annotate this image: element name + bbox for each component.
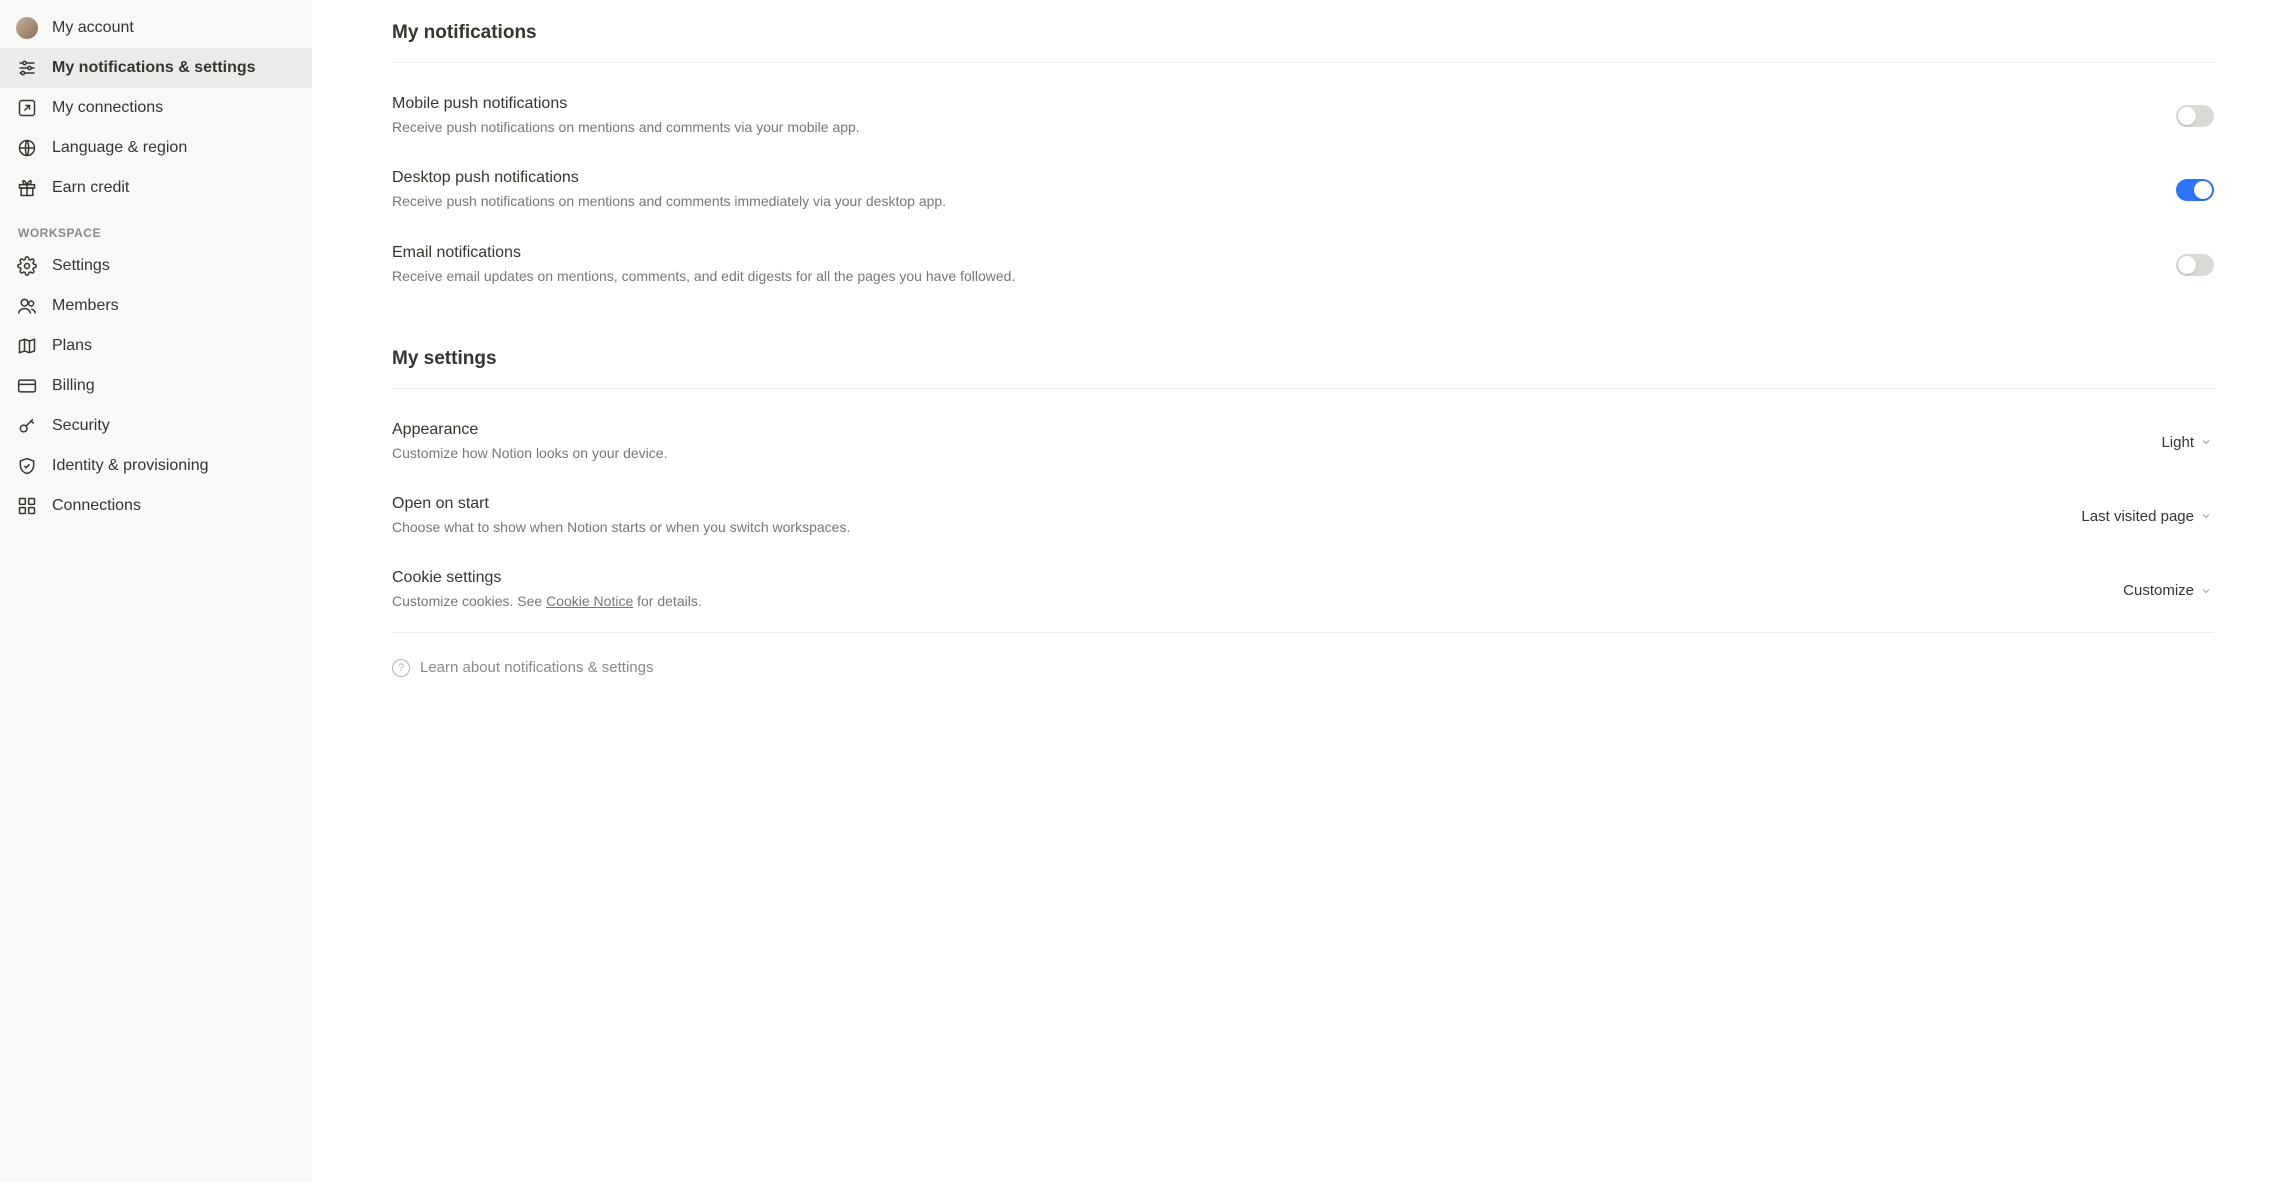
sidebar-item-my-notifications-settings[interactable]: My notifications & settings — [0, 48, 312, 88]
sidebar-item-label: My account — [52, 19, 134, 37]
users-icon — [16, 295, 38, 317]
sidebar-item-my-account[interactable]: My account — [0, 8, 312, 48]
cookie-desc-suffix: for details. — [633, 593, 701, 609]
sidebar-item-label: Earn credit — [52, 179, 129, 197]
row-appearance: Appearance Customize how Notion looks on… — [392, 409, 2214, 483]
row-email-notifications: Email notifications Receive email update… — [392, 232, 2214, 306]
sidebar-item-members[interactable]: Members — [0, 286, 312, 326]
row-title: Open on start — [392, 495, 2059, 513]
row-desc: Customize cookies. See Cookie Notice for… — [392, 591, 2101, 611]
row-text: Desktop push notifications Receive push … — [392, 169, 2176, 211]
help-icon: ? — [392, 659, 410, 677]
sidebar-item-label: Settings — [52, 257, 110, 275]
row-desc: Receive email updates on mentions, comme… — [392, 266, 2156, 286]
toggle-mobile-push[interactable] — [2176, 105, 2214, 127]
sidebar-item-label: Language & region — [52, 139, 187, 157]
sidebar-item-label: Members — [52, 297, 119, 315]
select-cookie-settings[interactable]: Customize — [2121, 578, 2214, 603]
sidebar-item-security[interactable]: Security — [0, 406, 312, 446]
row-text: Mobile push notifications Receive push n… — [392, 95, 2176, 137]
toggle-desktop-push[interactable] — [2176, 179, 2214, 201]
toggle-email-notifications[interactable] — [2176, 254, 2214, 276]
sidebar-item-connections[interactable]: Connections — [0, 486, 312, 526]
gift-icon — [16, 177, 38, 199]
sidebar-item-settings[interactable]: Settings — [0, 246, 312, 286]
cookie-notice-link[interactable]: Cookie Notice — [546, 593, 633, 609]
globe-icon — [16, 137, 38, 159]
main-content: My notifications Mobile push notificatio… — [312, 0, 2294, 1182]
settings-title: My settings — [392, 348, 2214, 370]
sidebar-item-language-region[interactable]: Language & region — [0, 128, 312, 168]
row-title: Email notifications — [392, 244, 2156, 262]
sidebar-item-label: Identity & provisioning — [52, 457, 209, 475]
row-desc: Choose what to show when Notion starts o… — [392, 517, 2059, 537]
help-link-label: Learn about notifications & settings — [420, 659, 653, 676]
sidebar-item-identity-provisioning[interactable]: Identity & provisioning — [0, 446, 312, 486]
chevron-down-icon — [2200, 585, 2212, 597]
sidebar-item-plans[interactable]: Plans — [0, 326, 312, 366]
select-value: Customize — [2123, 582, 2194, 599]
row-text: Email notifications Receive email update… — [392, 244, 2176, 286]
sidebar-item-label: Billing — [52, 377, 95, 395]
help-link-notifications-settings[interactable]: ? Learn about notifications & settings — [392, 659, 2214, 677]
row-desc: Customize how Notion looks on your devic… — [392, 443, 2139, 463]
row-title: Cookie settings — [392, 569, 2101, 587]
row-mobile-push: Mobile push notifications Receive push n… — [392, 83, 2214, 157]
key-icon — [16, 415, 38, 437]
row-desktop-push: Desktop push notifications Receive push … — [392, 157, 2214, 231]
credit-card-icon — [16, 375, 38, 397]
sidebar-item-label: My connections — [52, 99, 163, 117]
shield-check-icon — [16, 455, 38, 477]
row-desc: Receive push notifications on mentions a… — [392, 191, 2156, 211]
cookie-desc-prefix: Customize cookies. See — [392, 593, 546, 609]
row-open-on-start: Open on start Choose what to show when N… — [392, 483, 2214, 557]
sidebar-section-workspace: WORKSPACE — [0, 208, 312, 246]
arrow-up-right-square-icon — [16, 97, 38, 119]
row-cookie-settings: Cookie settings Customize cookies. See C… — [392, 557, 2214, 631]
divider — [392, 388, 2214, 389]
sidebar-item-billing[interactable]: Billing — [0, 366, 312, 406]
select-value: Light — [2161, 434, 2194, 451]
sidebar-item-label: Security — [52, 417, 110, 435]
chevron-down-icon — [2200, 510, 2212, 522]
select-appearance[interactable]: Light — [2159, 430, 2214, 455]
sidebar-item-label: Plans — [52, 337, 92, 355]
sidebar-item-label: My notifications & settings — [52, 59, 256, 77]
sidebar-item-my-connections[interactable]: My connections — [0, 88, 312, 128]
divider — [392, 632, 2214, 633]
grid-icon — [16, 495, 38, 517]
sidebar-item-earn-credit[interactable]: Earn credit — [0, 168, 312, 208]
row-text: Open on start Choose what to show when N… — [392, 495, 2079, 537]
sliders-icon — [16, 57, 38, 79]
avatar — [16, 17, 38, 39]
chevron-down-icon — [2200, 436, 2212, 448]
row-text: Appearance Customize how Notion looks on… — [392, 421, 2159, 463]
sidebar-item-label: Connections — [52, 497, 141, 515]
row-title: Mobile push notifications — [392, 95, 2156, 113]
map-icon — [16, 335, 38, 357]
select-value: Last visited page — [2081, 508, 2194, 525]
row-title: Appearance — [392, 421, 2139, 439]
divider — [392, 62, 2214, 63]
row-title: Desktop push notifications — [392, 169, 2156, 187]
row-text: Cookie settings Customize cookies. See C… — [392, 569, 2121, 611]
app-root: My account My notifications & settings M… — [0, 0, 2294, 1182]
sidebar: My account My notifications & settings M… — [0, 0, 312, 1182]
notifications-title: My notifications — [392, 22, 2214, 44]
select-open-on-start[interactable]: Last visited page — [2079, 504, 2214, 529]
gear-icon — [16, 255, 38, 277]
row-desc: Receive push notifications on mentions a… — [392, 117, 2156, 137]
